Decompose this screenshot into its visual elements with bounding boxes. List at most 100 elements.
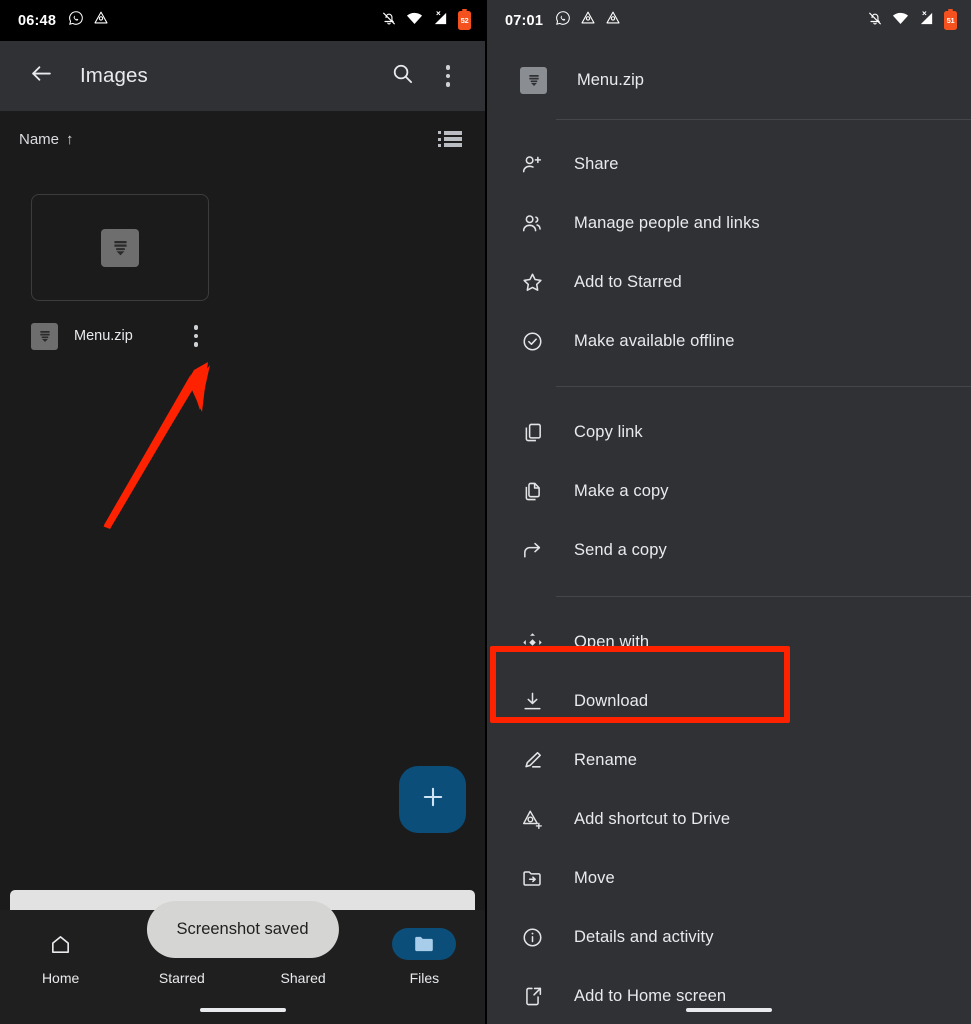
- zip-file-icon: [101, 228, 139, 267]
- menu-item-make-a-copy[interactable]: Make a copy: [487, 462, 971, 521]
- toast-message: Screenshot saved: [176, 920, 309, 938]
- menu-item-move[interactable]: Move: [487, 849, 971, 908]
- search-button[interactable]: [379, 53, 425, 99]
- menu-group-actions: Open with Download Rename Add shortcut t…: [487, 597, 971, 1024]
- download-icon: [520, 690, 544, 714]
- screenshot-stage: 06:48 52 Images Name ↑ Menu.zip Home Sta…: [0, 0, 971, 1024]
- person-add-icon: [520, 153, 544, 177]
- menu-label: Details and activity: [574, 928, 714, 946]
- open-with-icon: [520, 631, 544, 655]
- screenshot-toast: Screenshot saved: [146, 901, 339, 958]
- add-shortcut-icon: [520, 808, 544, 832]
- home-icon: [29, 928, 93, 960]
- zip-file-icon: [520, 66, 547, 94]
- content-copy-icon: [520, 480, 544, 504]
- star-outline-icon: [520, 271, 544, 295]
- sort-by-button[interactable]: Name ↑: [19, 131, 74, 148]
- menu-item-copy-link[interactable]: Copy link: [487, 403, 971, 462]
- menu-item-share[interactable]: Share: [487, 135, 971, 194]
- menu-group-copy: Copy link Make a copy Send a copy: [487, 387, 971, 580]
- menu-item-open-with[interactable]: Open with: [487, 613, 971, 672]
- toolbar-overflow-button[interactable]: [425, 53, 471, 99]
- status-bar-clock: 06:48: [18, 12, 57, 29]
- list-view-icon: [438, 129, 462, 149]
- menu-label: Manage people and links: [574, 214, 760, 232]
- people-icon: [520, 212, 544, 236]
- nav-item-home[interactable]: Home: [0, 928, 121, 986]
- menu-label: Copy link: [574, 423, 643, 441]
- drive-icon: [605, 10, 621, 31]
- sort-direction-icon: ↑: [66, 130, 74, 148]
- status-bar-notification-icons: [68, 10, 109, 31]
- file-thumbnail[interactable]: [31, 194, 209, 301]
- file-more-button[interactable]: [183, 319, 209, 353]
- more-vert-icon: [445, 65, 451, 87]
- whatsapp-icon: [68, 10, 84, 31]
- zip-file-icon: [31, 322, 58, 350]
- menu-label: Add to Starred: [574, 273, 682, 291]
- left-toolbar: Images: [0, 41, 485, 111]
- sheet-file-name: Menu.zip: [577, 70, 644, 89]
- menu-item-add-to-starred[interactable]: Add to Starred: [487, 253, 971, 312]
- nav-label-files: Files: [409, 970, 440, 986]
- status-bar-clock: 07:01: [505, 12, 544, 29]
- menu-item-download[interactable]: Download: [487, 672, 971, 731]
- status-bar-notification-icons: [555, 10, 621, 31]
- menu-label: Download: [574, 692, 649, 710]
- send-arrow-icon: [520, 539, 544, 563]
- status-bar-system-icons: 51: [867, 8, 957, 32]
- sort-by-label: Name: [19, 130, 60, 148]
- more-vert-icon: [193, 325, 199, 347]
- menu-item-details-and-activity[interactable]: Details and activity: [487, 908, 971, 967]
- menu-label: Make a copy: [574, 482, 669, 500]
- battery-icon: 52: [458, 8, 471, 30]
- file-name-label: Menu.zip: [74, 328, 133, 344]
- file-grid: Menu.zip: [0, 167, 485, 359]
- battery-icon: 51: [944, 8, 957, 30]
- search-icon: [391, 62, 414, 90]
- status-bar-system-icons: 52: [381, 8, 471, 32]
- move-folder-icon: [520, 867, 544, 891]
- menu-item-make-available-offline[interactable]: Make available offline: [487, 312, 971, 371]
- menu-group-sharing: Share Manage people and links Add to Sta…: [487, 120, 971, 371]
- nav-item-files[interactable]: Files: [364, 928, 485, 986]
- mobile-signal-no-data-icon: [918, 10, 935, 32]
- menu-item-add-to-home-screen[interactable]: Add to Home screen: [487, 967, 971, 1024]
- file-list-item[interactable]: Menu.zip: [31, 313, 209, 359]
- battery-level-label: 51: [946, 15, 955, 25]
- nav-label-starred: Starred: [158, 970, 205, 986]
- nav-label-home: Home: [41, 970, 80, 986]
- notifications-off-icon: [867, 10, 883, 32]
- menu-label: Make available offline: [574, 332, 735, 350]
- right-panel-file-options-sheet: 07:01 51 Menu.zip Share Manage people an…: [487, 0, 971, 1024]
- menu-item-send-a-copy[interactable]: Send a copy: [487, 521, 971, 580]
- check-circle-icon: [520, 330, 544, 354]
- drive-icon: [580, 10, 596, 31]
- battery-level-label: 52: [460, 15, 469, 25]
- drive-icon: [93, 10, 109, 31]
- menu-item-add-shortcut-to-drive[interactable]: Add shortcut to Drive: [487, 790, 971, 849]
- wifi-icon: [892, 11, 909, 30]
- menu-label: Send a copy: [574, 541, 667, 559]
- home-indicator: [686, 1008, 772, 1012]
- nav-label-shared: Shared: [280, 970, 326, 986]
- new-item-fab[interactable]: [399, 766, 466, 833]
- add-to-home-icon: [520, 985, 544, 1009]
- menu-item-rename[interactable]: Rename: [487, 731, 971, 790]
- view-toggle-button[interactable]: [429, 118, 471, 160]
- menu-label: Rename: [574, 751, 637, 769]
- info-icon: [520, 926, 544, 950]
- wifi-icon: [406, 11, 423, 30]
- whatsapp-icon: [555, 10, 571, 31]
- menu-label: Share: [574, 155, 619, 173]
- menu-label: Add shortcut to Drive: [574, 810, 731, 828]
- menu-label: Add to Home screen: [574, 987, 727, 1005]
- left-status-bar: 06:48 52: [0, 0, 485, 41]
- back-button[interactable]: [18, 53, 64, 99]
- left-panel-drive-file-list: 06:48 52 Images Name ↑ Menu.zip Home Sta…: [0, 0, 485, 1024]
- copy-link-icon: [520, 421, 544, 445]
- menu-item-manage-people-and-links[interactable]: Manage people and links: [487, 194, 971, 253]
- sheet-header: Menu.zip: [487, 41, 971, 119]
- home-indicator: [199, 1008, 286, 1012]
- sort-row: Name ↑: [0, 111, 485, 167]
